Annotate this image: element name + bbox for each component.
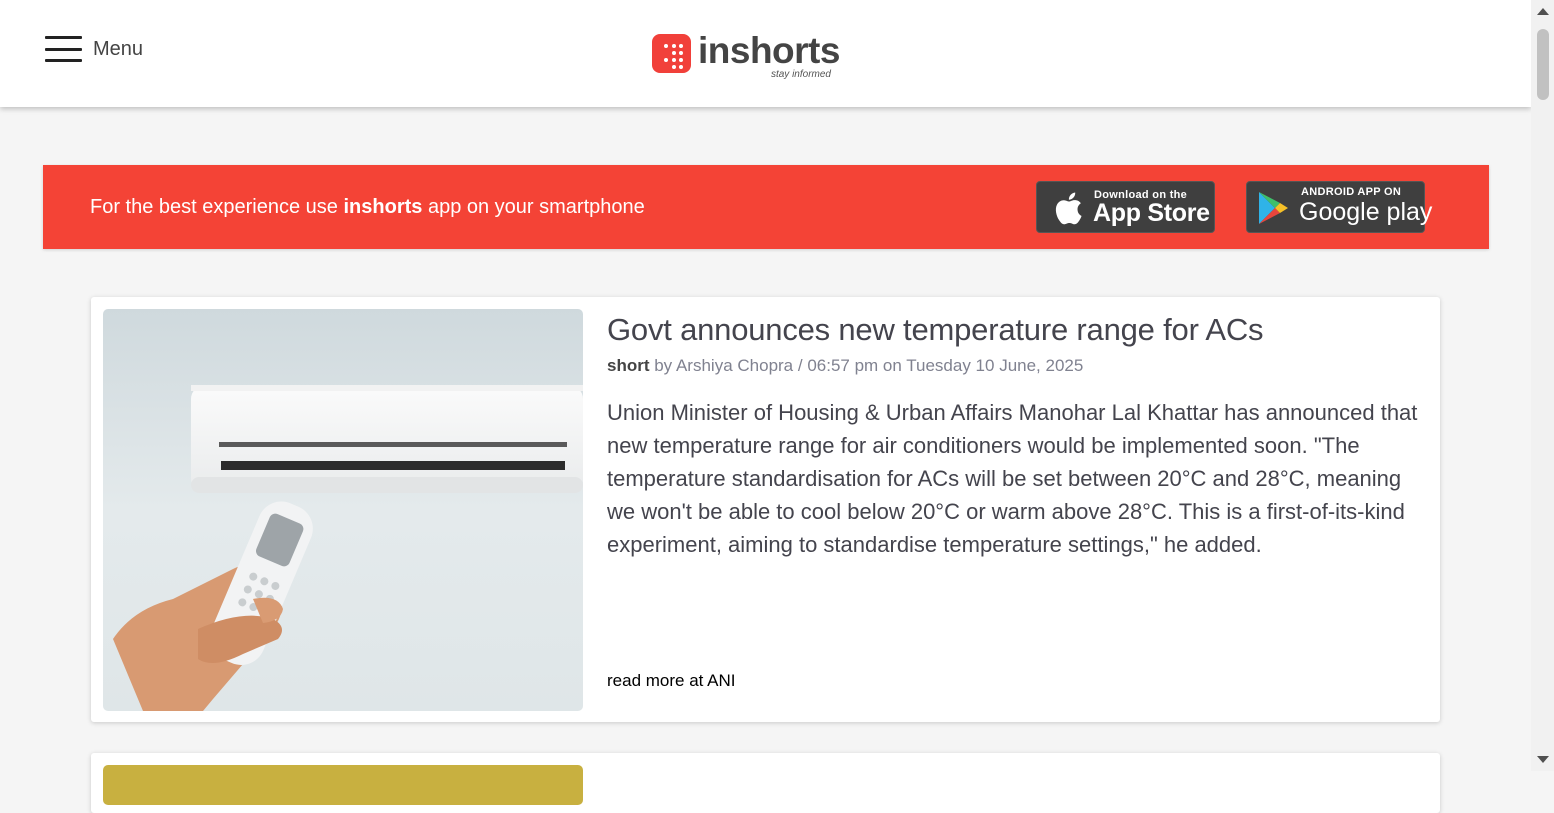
scroll-thumb[interactable] [1537, 29, 1549, 100]
news-image[interactable] [103, 309, 583, 711]
article-summary: Union Minister of Housing & Urban Affair… [607, 400, 1418, 557]
vertical-scrollbar[interactable] [1531, 0, 1554, 771]
top-header: Menu inshorts stay informed [0, 0, 1531, 107]
publish-time: 06:57 pm [807, 356, 879, 375]
inshorts-logo[interactable]: inshorts stay informed [652, 30, 840, 80]
logo-tagline: stay informed [770, 69, 831, 80]
source-link[interactable]: ANI [707, 671, 735, 690]
menu-button[interactable]: Menu [45, 36, 143, 62]
separator: / [793, 356, 808, 375]
logo-text-block: inshorts stay informed [698, 30, 840, 80]
next-news-image[interactable] [103, 765, 583, 805]
by-text: by [649, 356, 676, 375]
app-download-banner: For the best experience use inshorts app… [43, 165, 1489, 249]
next-news-card [91, 753, 1440, 813]
on-text: on [878, 356, 907, 375]
type-label: short [607, 356, 650, 375]
banner-text-before: For the best experience use [90, 196, 344, 218]
read-more-prefix: read more at [607, 671, 708, 690]
logo-wordmark: inshorts [698, 30, 840, 71]
inshorts-logo-icon [652, 34, 691, 73]
google-play-icon [1259, 192, 1288, 224]
publish-date: Tuesday 10 June, 2025 [906, 356, 1084, 375]
banner-brand: inshorts [343, 196, 423, 218]
read-more: read more at ANI [607, 671, 736, 691]
banner-text: For the best experience use inshorts app… [90, 196, 645, 219]
air-conditioner-photo [103, 309, 583, 711]
appstore-big-text: App Store [1093, 199, 1210, 227]
article-byline: short by Arshiya Chopra / 06:57 pm on Tu… [607, 356, 1083, 376]
gplay-small-text: ANDROID APP ON [1301, 186, 1402, 198]
menu-label[interactable]: Menu [93, 38, 143, 61]
author-name[interactable]: Arshiya Chopra [676, 356, 793, 375]
banner-text-after: app on your smartphone [422, 196, 645, 218]
gplay-big-text: Google play [1299, 198, 1433, 226]
news-card: Govt announces new temperature range for… [91, 297, 1440, 722]
hamburger-icon[interactable] [45, 36, 82, 62]
article-title[interactable]: Govt announces new temperature range for… [607, 312, 1264, 348]
apple-icon [1055, 192, 1082, 225]
google-play-button[interactable]: ANDROID APP ON Google play [1246, 181, 1432, 233]
scroll-up-arrow-icon[interactable] [1537, 8, 1549, 15]
scroll-down-arrow-icon[interactable] [1537, 756, 1549, 763]
app-store-button[interactable]: Download on the App Store [1036, 181, 1215, 233]
